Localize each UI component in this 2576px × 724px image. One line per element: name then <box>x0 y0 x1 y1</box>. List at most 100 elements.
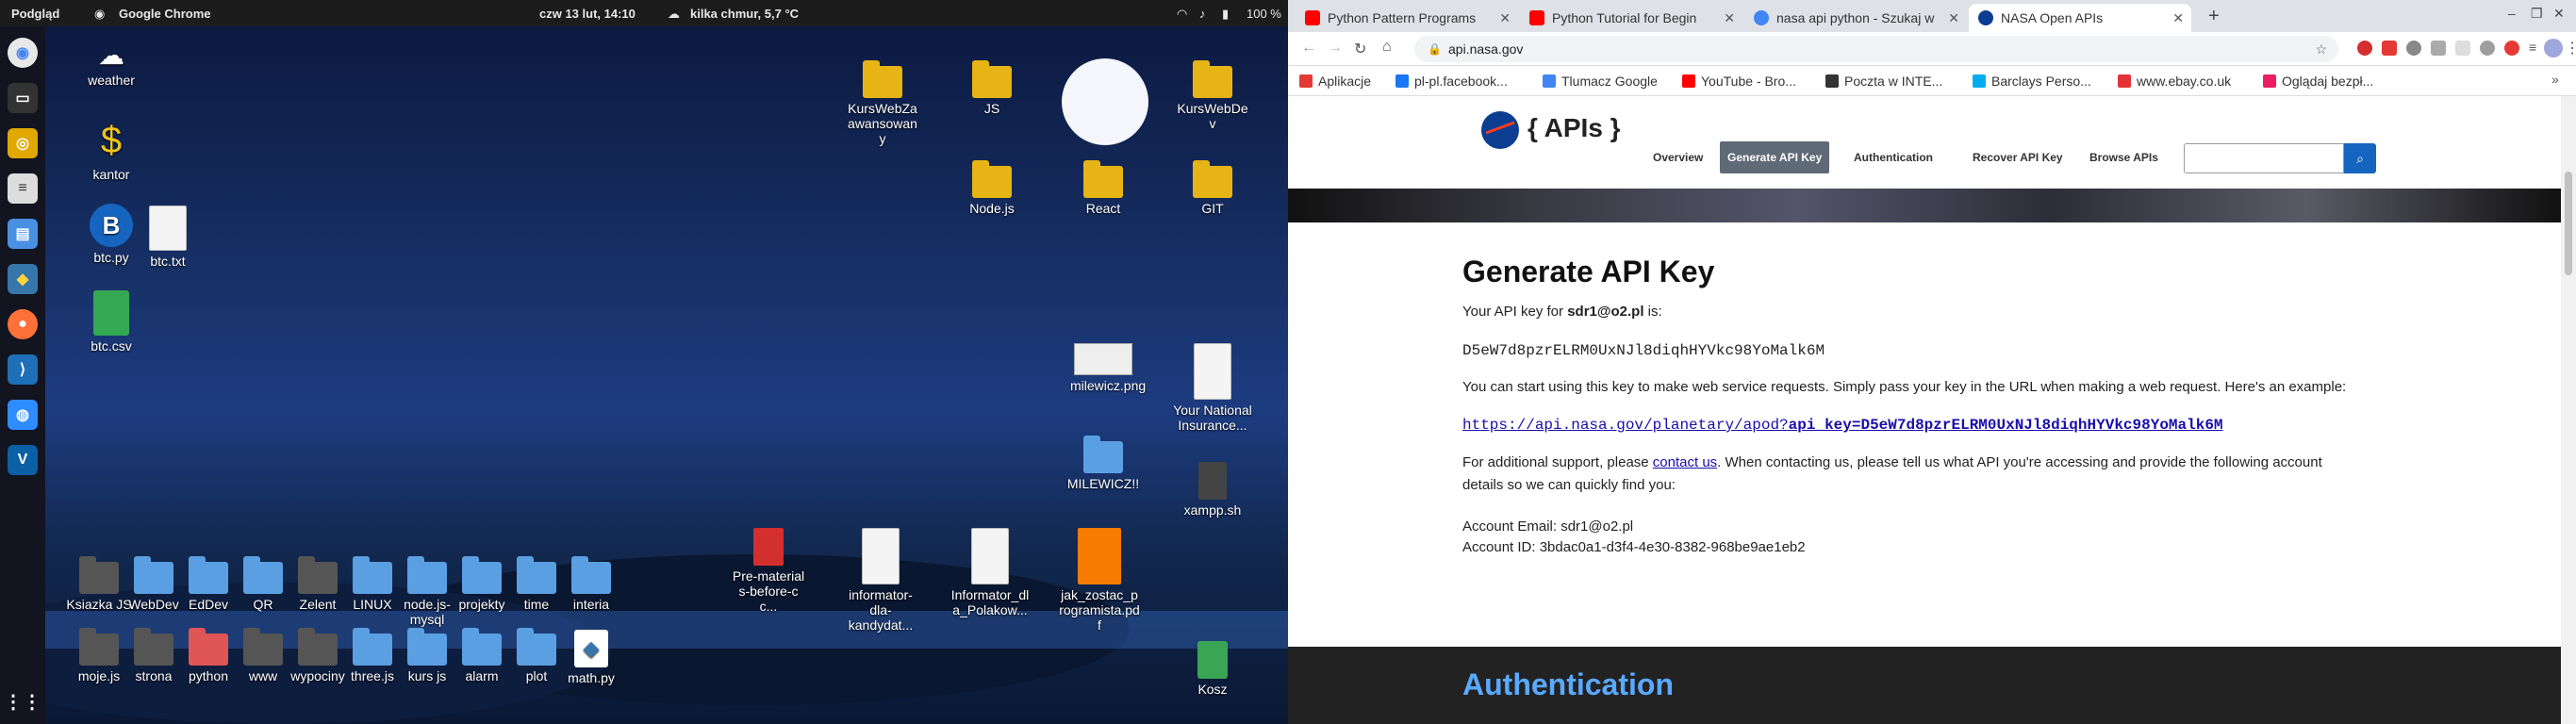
authentication-section: Authentication <box>1288 647 2561 724</box>
chrome-menu-icon[interactable]: ⋮ <box>2565 39 2576 58</box>
icon-label: btc.csv <box>91 338 132 354</box>
browser-toolbar: ← → ↻ ⌂ 🔒 api.nasa.gov ☆ ≡ ⋮ <box>1288 32 2576 66</box>
account-id: Account ID: 3bdac0a1-d3f4-4e30-8382-968b… <box>1462 539 1806 555</box>
close-tab-icon[interactable]: ✕ <box>1948 10 1959 26</box>
desktop-icon-js[interactable]: JS <box>947 60 1037 116</box>
desktop-icon-milewicz-folder[interactable]: MILEWICZ!! <box>1058 436 1148 491</box>
text-editor-icon[interactable]: ≡ <box>8 173 38 204</box>
profile-avatar[interactable] <box>2544 39 2563 58</box>
files-icon[interactable]: ▤ <box>8 219 38 249</box>
close-tab-icon[interactable]: ✕ <box>1724 10 1735 26</box>
bookmark-facebook[interactable]: pl-pl.facebook... <box>1395 74 1508 89</box>
desktop-icon-btc-txt[interactable]: btc.txt <box>123 206 213 269</box>
home-button[interactable]: ⌂ <box>1382 39 1392 56</box>
nav-generate-api-key[interactable]: Generate API Key <box>1720 141 1830 173</box>
disk-icon[interactable]: ◎ <box>8 128 38 158</box>
search-input[interactable] <box>2184 143 2344 173</box>
usage-text: You can start using this key to make web… <box>1462 379 2347 395</box>
extension-icon[interactable] <box>2455 41 2470 56</box>
bookmark-apps[interactable]: Aplikacje <box>1299 74 1371 89</box>
desktop-icon-kurswebzaawansowany[interactable]: KursWebZaawansowany <box>837 60 928 146</box>
nasa-logo[interactable] <box>1481 111 1519 149</box>
bookmark-youtube[interactable]: YouTube - Bro... <box>1682 74 1796 89</box>
icon-label: JS <box>983 101 1000 116</box>
bookmark-ebay[interactable]: www.ebay.co.uk <box>2118 74 2231 89</box>
desktop-icon-informator-kandydat[interactable]: informator-dla-kandydat... <box>834 528 928 633</box>
app-menu[interactable]: Podgląd <box>11 7 59 21</box>
new-tab-button[interactable]: + <box>2208 6 2220 27</box>
desktop-icon-kantor[interactable]: $ kantor <box>66 117 157 182</box>
tab-python-patterns[interactable]: Python Pattern Programs ✕ <box>1296 4 1518 32</box>
desktop-icon-informator-polakow[interactable]: Informator_dla_Polakow... <box>943 528 1037 617</box>
desktop-icon-jak-zostac[interactable]: jak_zostac_programista.pdf <box>1052 528 1147 633</box>
desktop-icon-nodejs[interactable]: Node.js <box>947 160 1037 216</box>
wifi-icon[interactable]: ◠ <box>1177 7 1187 22</box>
maximize-button[interactable]: ❐ <box>2531 6 2543 22</box>
extensions-menu-icon[interactable]: ≡ <box>2529 40 2536 55</box>
desktop-icon-pre-materials[interactable]: Pre-materials-before-cc... <box>726 528 811 614</box>
bookmark-interia[interactable]: Poczta w INTE... <box>1825 74 1942 89</box>
desktop-icon-kurswebdev[interactable]: KursWebDev <box>1167 60 1258 131</box>
back-button[interactable]: ← <box>1301 40 1316 57</box>
close-tab-icon[interactable]: ✕ <box>1499 10 1511 26</box>
active-app[interactable]: Google Chrome <box>119 7 211 21</box>
chrome-icon[interactable]: ◉ <box>8 38 38 68</box>
nav-overview[interactable]: Overview <box>1653 151 1703 164</box>
ebay-icon <box>2118 74 2131 88</box>
address-bar[interactable]: 🔒 api.nasa.gov ☆ <box>1414 36 2338 62</box>
more-bookmarks-icon[interactable]: » <box>2551 72 2559 87</box>
desktop-icon-weather[interactable]: ☁ weather <box>66 41 157 89</box>
desktop-icon-folder[interactable]: interia <box>558 556 624 612</box>
tab-nasa-open-apis[interactable]: NASA Open APIs ✕ <box>1969 4 2191 32</box>
example-url-link[interactable]: https://api.nasa.gov/planetary/apod?api_… <box>1462 417 2223 434</box>
clock[interactable]: czw 13 lut, 14:10 <box>539 7 636 21</box>
terminal-icon[interactable]: ▭ <box>8 83 38 113</box>
nav-browse-apis[interactable]: Browse APIs <box>2089 151 2158 164</box>
page-scrollbar[interactable] <box>2561 96 2576 724</box>
bookmark-ogladaj[interactable]: Oglądaj bezpł... <box>2263 74 2373 89</box>
icon-label: weather <box>88 73 135 88</box>
nasa-page: { APIs } Overview Generate API Key Authe… <box>1288 96 2561 724</box>
search-button[interactable]: ⌕ <box>2344 143 2376 173</box>
nav-recover-api-key[interactable]: Recover API Key <box>1973 151 2063 164</box>
desktop-icon-math-py[interactable]: ◆ math.py <box>558 630 624 685</box>
vscode-alt-icon[interactable]: V <box>8 445 38 475</box>
bookmark-star-icon[interactable]: ☆ <box>2315 36 2327 62</box>
app-grid-icon[interactable]: ⋮⋮ <box>4 686 41 716</box>
tab-google-search[interactable]: nasa api python - Szukaj w ✕ <box>1744 4 1967 32</box>
extension-icon[interactable] <box>2406 41 2421 56</box>
nav-authentication[interactable]: Authentication <box>1854 151 1933 164</box>
contact-us-link[interactable]: contact us <box>1653 454 1717 470</box>
weather-indicator[interactable]: kilka chmur, 5,7 °C <box>690 7 799 21</box>
forward-button[interactable]: → <box>1328 40 1343 57</box>
volume-icon[interactable]: ♪ <box>1199 7 1206 21</box>
tab-python-tutorial[interactable]: Python Tutorial for Begin ✕ <box>1520 4 1742 32</box>
desktop-icon-btc-csv[interactable]: btc.csv <box>66 290 157 354</box>
close-tab-icon[interactable]: ✕ <box>2172 10 2184 26</box>
desktop-icon-trash[interactable]: Kosz <box>1167 641 1258 697</box>
extension-icon[interactable] <box>2382 41 2397 56</box>
battery-icon[interactable]: ▮ <box>1222 7 1229 22</box>
tab-title: nasa api python - Szukaj w <box>1776 10 1935 25</box>
extension-icon[interactable] <box>2504 41 2519 56</box>
extension-icon[interactable] <box>2480 41 2495 56</box>
desktop-icon-milewicz-png[interactable]: milewicz.png <box>1058 343 1148 393</box>
bookmark-translate[interactable]: Tlumacz Google <box>1543 74 1658 89</box>
adblock-extension-icon[interactable] <box>2357 41 2372 56</box>
vscode-icon[interactable]: ⟩ <box>8 354 38 385</box>
desktop-icon-xampp[interactable]: xampp.sh <box>1167 462 1258 518</box>
pdf-cover-icon <box>1078 528 1121 584</box>
desktop-icon-national-insurance[interactable]: Your National Insurance... <box>1167 343 1258 433</box>
desktop-icon-git[interactable]: GIT <box>1167 160 1258 216</box>
folder-icon <box>79 628 119 666</box>
bookmark-barclays[interactable]: Barclays Perso... <box>1973 74 2091 89</box>
reload-button[interactable]: ↻ <box>1354 40 1366 58</box>
extension-icon[interactable] <box>2431 41 2446 56</box>
scrollbar-thumb[interactable] <box>2565 172 2572 275</box>
minimize-button[interactable]: – <box>2508 6 2516 21</box>
close-window-button[interactable]: ✕ <box>2553 6 2565 22</box>
python-icon[interactable]: ◆ <box>8 264 38 294</box>
chat-icon[interactable]: ◍ <box>8 400 38 430</box>
firefox-icon[interactable]: ● <box>8 309 38 339</box>
desktop-icon-react[interactable]: React <box>1058 160 1148 216</box>
